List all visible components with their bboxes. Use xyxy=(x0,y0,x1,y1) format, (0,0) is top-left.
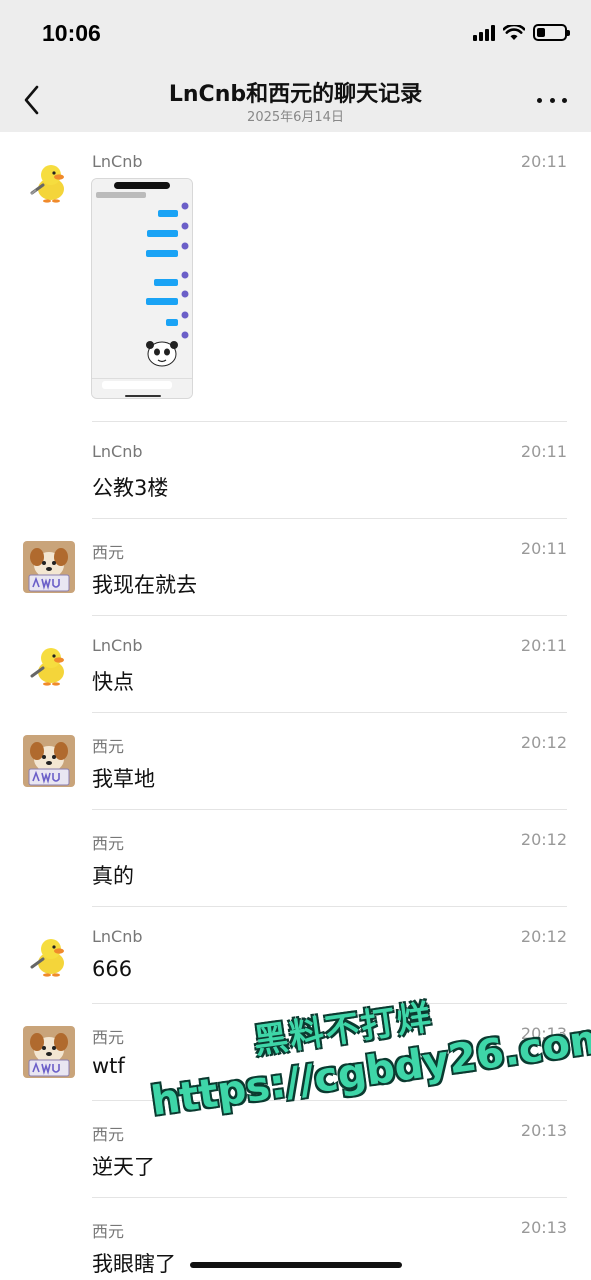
message-text: 666 xyxy=(92,957,133,981)
list-item: 西元 20:12 我草地 xyxy=(0,712,591,810)
message-time: 20:11 xyxy=(520,539,567,558)
message-text: 我现在就去 xyxy=(92,573,197,597)
message-text: 真的 xyxy=(92,864,134,888)
screenshot-image[interactable] xyxy=(91,178,193,399)
page-title: LnCnb和西元的聊天记录 xyxy=(168,82,423,107)
divider xyxy=(92,1003,567,1004)
list-item: LnCnb 20:11 公教3楼 xyxy=(0,421,591,519)
divider xyxy=(92,518,567,519)
divider xyxy=(92,809,567,810)
avatar-duck-icon[interactable] xyxy=(23,638,75,690)
message-time: 20:13 xyxy=(520,1024,567,1043)
divider xyxy=(92,906,567,907)
list-item: LnCnb 20:11 快点 xyxy=(0,615,591,713)
sender-name: LnCnb xyxy=(92,636,143,655)
message-text: 我草地 xyxy=(92,767,155,791)
message-text: wtf xyxy=(92,1054,125,1078)
divider xyxy=(92,615,567,616)
avatar-dog-icon[interactable] xyxy=(23,735,75,787)
message-time: 20:11 xyxy=(520,442,567,461)
message-text: 公教3楼 xyxy=(92,476,169,500)
sender-name: 西元 xyxy=(92,543,125,562)
divider xyxy=(92,421,567,422)
avatar-duck-icon[interactable] xyxy=(23,929,75,981)
header-bar: 10:06 LnCnb和西元的聊天记录 2025年6月14日 xyxy=(0,0,591,132)
sender-name: LnCnb xyxy=(92,152,143,171)
list-item: 西元 20:13 逆天了 xyxy=(0,1100,591,1198)
message-text: 逆天了 xyxy=(92,1155,155,1179)
status-icons xyxy=(473,24,570,41)
page-date: 2025年6月14日 xyxy=(247,110,344,125)
signal-icon xyxy=(473,24,495,41)
list-item: LnCnb 20:12 666 xyxy=(0,906,591,1004)
battery-icon xyxy=(533,24,570,41)
avatar-dog-icon[interactable] xyxy=(23,541,75,593)
message-time: 20:12 xyxy=(520,927,567,946)
list-item: LnCnb 20:11 xyxy=(0,132,591,422)
message-list: LnCnb 20:11 LnCnb 20:11 公教3楼 西元 20:11 我现… xyxy=(0,132,591,1280)
home-indicator[interactable] xyxy=(190,1262,402,1268)
message-time: 20:13 xyxy=(520,1121,567,1140)
sender-name: 西元 xyxy=(92,1222,125,1241)
divider xyxy=(92,712,567,713)
avatar-duck-icon[interactable] xyxy=(23,155,75,207)
sender-name: 西元 xyxy=(92,1028,125,1047)
divider xyxy=(92,1100,567,1101)
sender-name: LnCnb xyxy=(92,927,143,946)
message-time: 20:11 xyxy=(520,636,567,655)
message-time: 20:11 xyxy=(520,152,567,171)
more-options-button[interactable] xyxy=(537,90,567,110)
message-time: 20:12 xyxy=(520,830,567,849)
message-text: 快点 xyxy=(92,670,134,694)
sender-name: 西元 xyxy=(92,737,125,756)
status-time: 10:06 xyxy=(42,20,101,46)
sender-name: LnCnb xyxy=(92,442,143,461)
message-time: 20:12 xyxy=(520,733,567,752)
list-item: 西元 20:13 wtf xyxy=(0,1003,591,1101)
list-item: 西元 20:11 我现在就去 xyxy=(0,518,591,616)
message-time: 20:13 xyxy=(520,1218,567,1237)
sender-name: 西元 xyxy=(92,1125,125,1144)
list-item: 西元 20:12 真的 xyxy=(0,809,591,907)
message-text: 我眼瞎了 xyxy=(92,1252,176,1276)
avatar-dog-icon[interactable] xyxy=(23,1026,75,1078)
sender-name: 西元 xyxy=(92,834,125,853)
wifi-icon xyxy=(503,24,525,40)
divider xyxy=(92,1197,567,1198)
